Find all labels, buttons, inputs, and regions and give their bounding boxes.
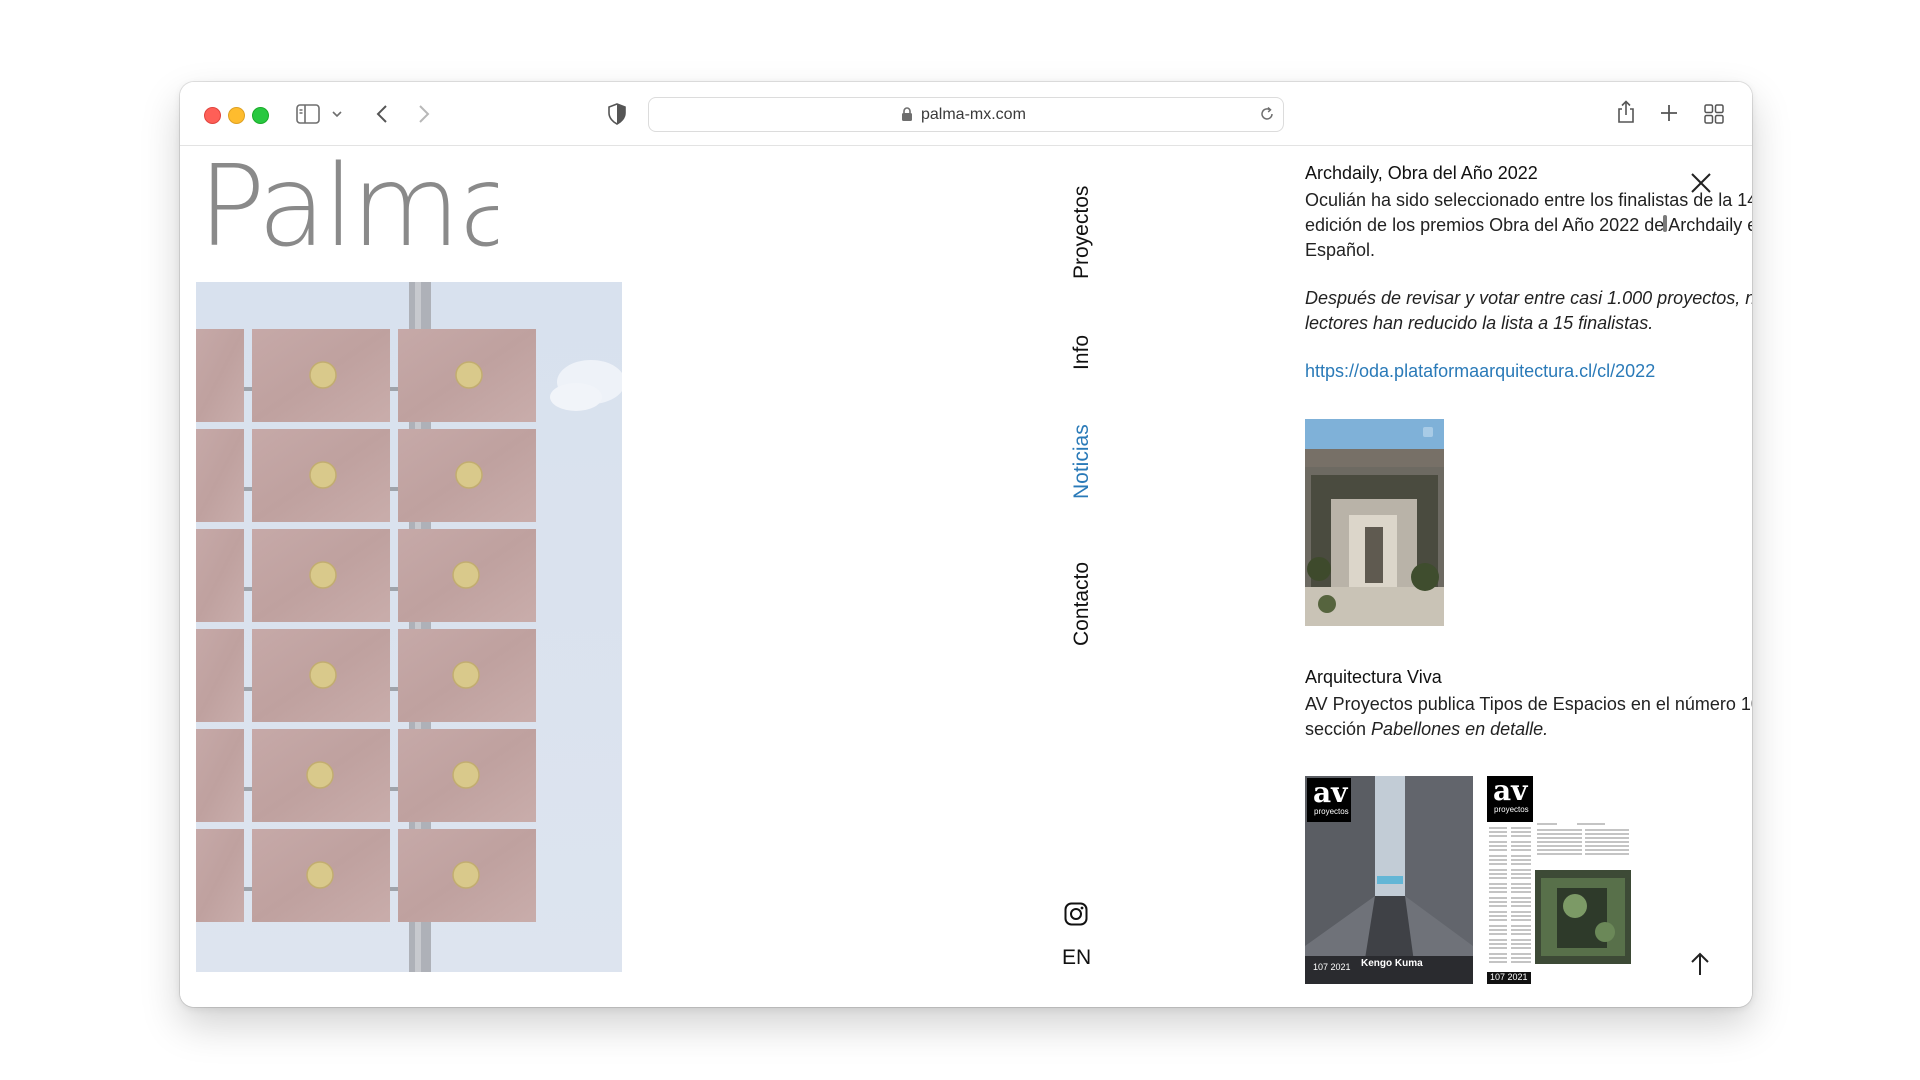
news-title: Arquitectura Viva xyxy=(1305,667,1442,687)
privacy-shield-icon[interactable] xyxy=(608,103,626,125)
nav-projects[interactable]: Proyectos xyxy=(1070,186,1094,279)
instagram-icon[interactable] xyxy=(1064,902,1088,926)
back-icon[interactable] xyxy=(376,104,388,124)
url-text: palma-mx.com xyxy=(921,106,1026,123)
magazine-feature-text: Kengo Kuma xyxy=(1361,958,1423,969)
zoom-window-button[interactable] xyxy=(252,107,269,124)
new-tab-icon[interactable] xyxy=(1660,104,1678,122)
news-text: AV Proyectos publica Tipos de Espacios e… xyxy=(1305,692,1752,742)
share-icon[interactable] xyxy=(1616,100,1636,124)
language-toggle[interactable]: EN xyxy=(1062,946,1091,970)
nav-contact[interactable]: Contacto xyxy=(1070,562,1094,646)
browser-window: palma-mx.com Palma Proyectos Info Notici… xyxy=(180,82,1752,1007)
web-page: Palma Proyectos Info Noticias Contacto E… xyxy=(180,146,1752,1007)
reload-icon[interactable] xyxy=(1259,106,1275,122)
magazine-spread-pages xyxy=(1487,823,1631,984)
close-icon[interactable] xyxy=(1690,172,1712,194)
magazine-sublogo-text: proyectos xyxy=(1314,807,1349,816)
tab-overview-icon[interactable] xyxy=(1704,104,1724,124)
lock-icon xyxy=(902,107,912,121)
magazine-spread[interactable]: av proyectos 107 2021 xyxy=(1487,776,1631,984)
magazine-issue-text: 107 2021 xyxy=(1490,972,1528,982)
address-bar[interactable]: palma-mx.com xyxy=(648,97,1284,132)
nav-info[interactable]: Info xyxy=(1070,335,1094,370)
magazine-sublogo-text: proyectos xyxy=(1494,805,1529,814)
oculian-project-photo[interactable] xyxy=(1305,419,1444,626)
magazine-logo: av proyectos xyxy=(1487,776,1533,822)
magazine-logo-text: av xyxy=(1493,776,1528,807)
news-text-italic: Pabellones en detalle. xyxy=(1371,719,1549,739)
forward-icon[interactable] xyxy=(418,104,430,124)
scrollbar-thumb[interactable] xyxy=(1663,215,1667,232)
news-quote: Después de revisar y votar entre casi 1.… xyxy=(1305,288,1752,333)
news-title: Archdaily, Obra del Año 2022 xyxy=(1305,163,1538,183)
arrow-up-icon[interactable] xyxy=(1690,952,1710,976)
minimize-window-button[interactable] xyxy=(228,107,245,124)
close-window-button[interactable] xyxy=(204,107,221,124)
hero-image xyxy=(196,282,622,972)
nav-news[interactable]: Noticias xyxy=(1070,424,1094,499)
news-text: Oculián ha sido seleccionado entre los f… xyxy=(1305,190,1752,260)
browser-toolbar: palma-mx.com xyxy=(180,82,1752,146)
sidebar-icon[interactable] xyxy=(296,104,320,124)
magazine-logo: av proyectos xyxy=(1307,776,1351,822)
magazine-cover[interactable]: av proyectos 107 2021 Kengo Kuma xyxy=(1305,776,1473,984)
site-logo[interactable]: Palma xyxy=(198,154,498,259)
magazine-issue-text: 107 2021 xyxy=(1313,962,1351,972)
chevron-down-icon[interactable] xyxy=(332,111,342,118)
magazine-logo-text: av xyxy=(1313,776,1348,809)
news-link[interactable]: https://oda.plataformaarquitectura.cl/cl… xyxy=(1305,361,1655,382)
